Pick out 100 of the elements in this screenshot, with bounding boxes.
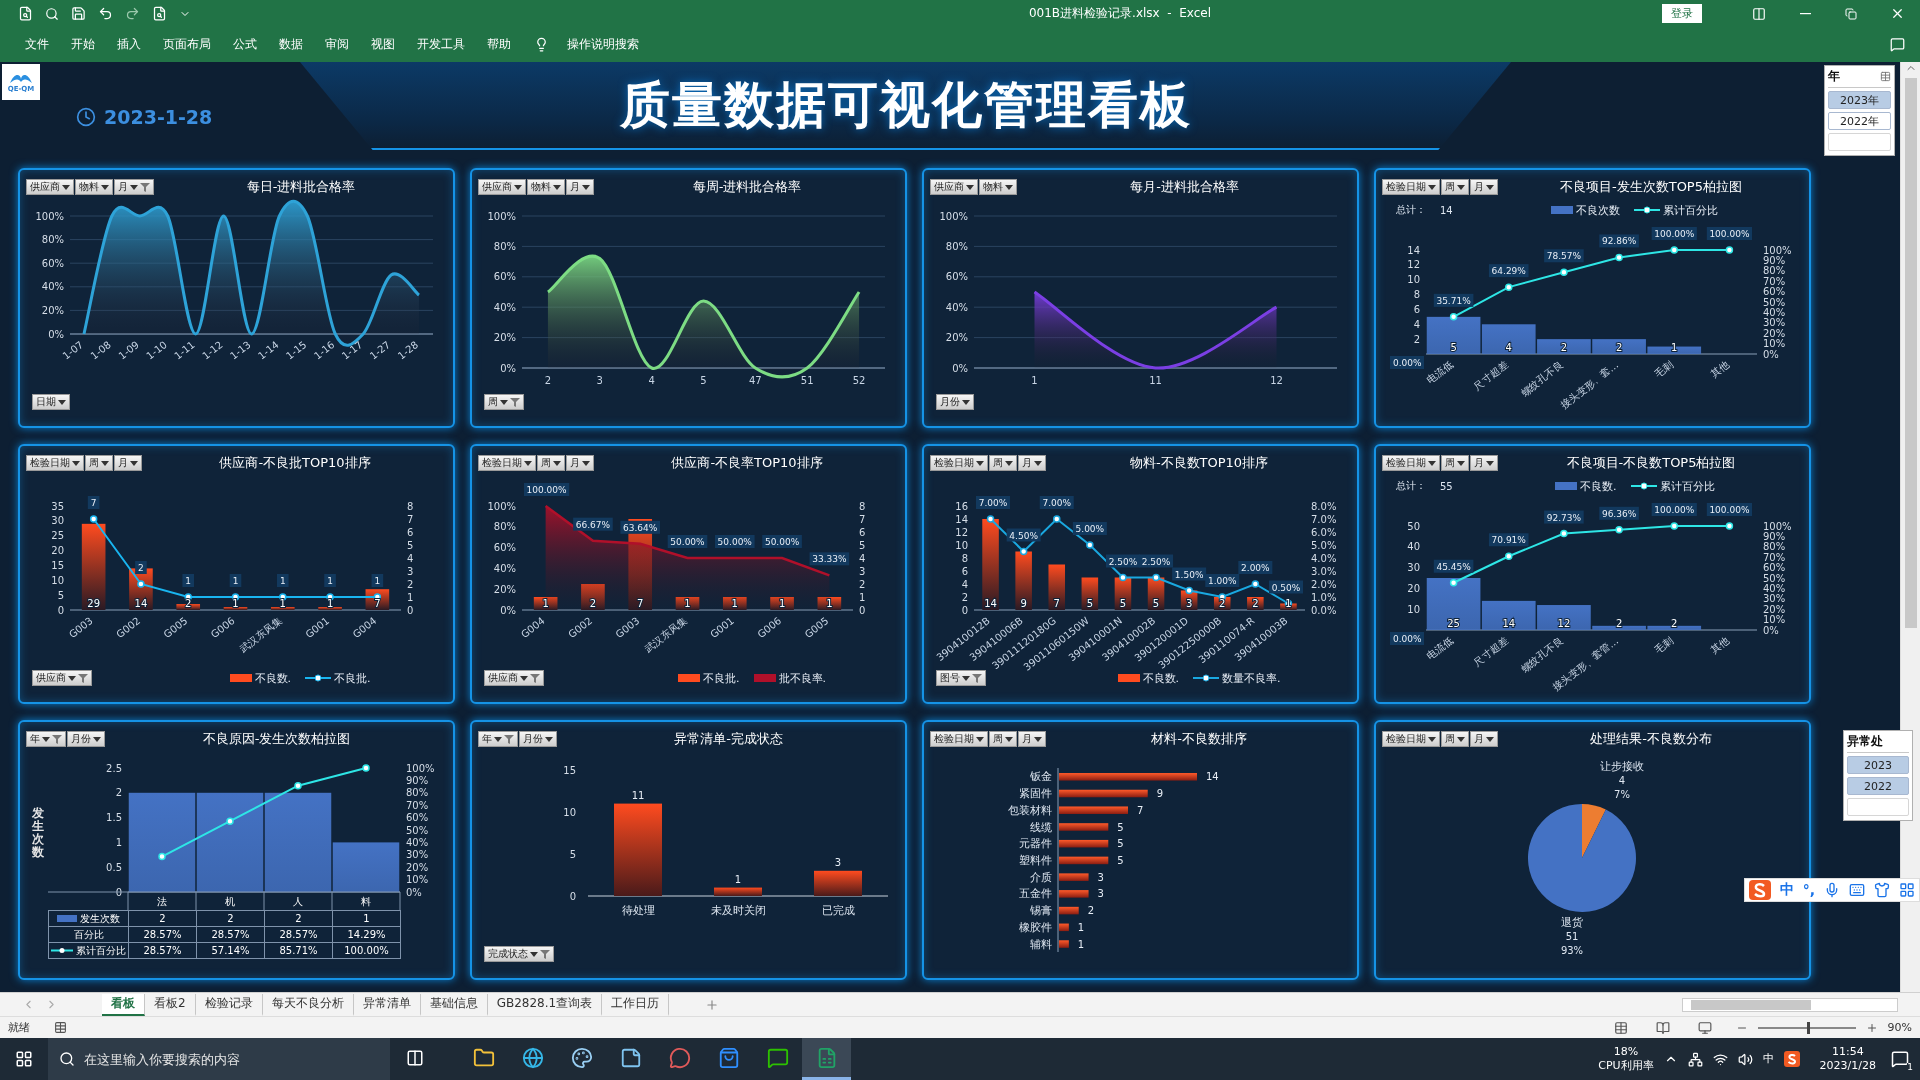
table-cell: 85.71% [264, 942, 333, 959]
data-label: 0.00% [1390, 632, 1424, 645]
total-value: 14 [1440, 204, 1453, 216]
table-cell: 28.57% [264, 926, 333, 943]
bar-value-label: 9 [1156, 788, 1164, 800]
axis-tick-label: 7 [859, 513, 866, 525]
data-label: 5.00% [1072, 522, 1107, 535]
bar-value-label: 3 [1097, 871, 1104, 883]
axis-tick-label: 70% [1763, 275, 1786, 287]
axis-tick-label: 40% [1763, 306, 1786, 318]
category-label: 毛刺 [1652, 634, 1676, 656]
slice-percent: 7% [1614, 789, 1630, 800]
legend-label: 批不良率. [778, 670, 826, 686]
data-label: 45.45% [1433, 559, 1474, 573]
axis-tick-label: 10 [1407, 274, 1420, 286]
category-label: 1-11 [172, 338, 197, 362]
axis-tick-label: 0% [500, 362, 516, 374]
axis-tick-label: 90% [1763, 254, 1786, 266]
axis-tick-label: 3 [859, 565, 866, 577]
axis-tick-label: 0.0% [1311, 604, 1337, 616]
slicer-title: 年 [1828, 68, 1840, 85]
data-label: 2.50% [1139, 554, 1174, 568]
category-label: 钣金 [1030, 770, 1052, 784]
axis-tick-label: 4 [407, 552, 414, 564]
category-label: 其他 [1708, 358, 1731, 380]
axis-tick-label: 12 [1407, 259, 1420, 271]
axis-tick-label: 50% [1763, 572, 1786, 584]
bar-value-label: 2 [1560, 342, 1568, 353]
category-label: 12 [1270, 375, 1283, 386]
data-label: 1 [229, 574, 242, 587]
category-label: 5 [700, 375, 707, 386]
bar-value-label: 2 [1252, 598, 1259, 609]
axis-tick-label: 1.5 [106, 812, 122, 824]
data-label: 100.00% [1651, 227, 1697, 240]
axis-title: 发生次数 [32, 806, 44, 860]
axis-tick-label: 100% [1763, 244, 1792, 256]
data-label: 0.50% [1269, 580, 1303, 594]
data-label: 96.36% [1599, 506, 1639, 520]
data-label: 100.00% [1706, 227, 1752, 240]
bar-value-label: 1 [542, 598, 549, 609]
axis-tick-label: 5 [859, 539, 866, 551]
chart-title: 供应商-不良率TOP10排序 [670, 454, 824, 472]
table-cell: 1 [332, 910, 401, 927]
bar-value-label: 7 [637, 598, 644, 609]
axis-tick-label: 15 [563, 765, 576, 776]
axis-tick-label: 90% [1763, 530, 1786, 542]
data-label: 4.50% [1006, 528, 1041, 542]
axis-tick-label: 40% [945, 301, 968, 313]
legend-label: 累计百分比 [1659, 478, 1715, 494]
table-cell: 2 [128, 910, 197, 927]
axis-tick-label: 0 [961, 604, 968, 616]
data-label: 64.29% [1488, 264, 1529, 278]
axis-tick-label: 8 [859, 500, 866, 512]
axis-tick-label: 70% [406, 799, 429, 811]
axis-tick-label: 80% [945, 240, 968, 252]
axis-tick-label: 60% [945, 271, 968, 283]
axis-tick-label: 100% [487, 210, 516, 222]
axis-tick-label: 20% [945, 332, 968, 344]
axis-tick-label: 30% [406, 849, 429, 861]
chart-title: 不良原因-发生次数柏拉图 [201, 730, 352, 748]
axis-tick-label: 100% [939, 210, 968, 222]
slice-label: 让步接收 [1600, 760, 1644, 773]
axis-tick-label: 1 [115, 836, 122, 848]
axis-tick-label: 4 [961, 578, 968, 590]
category-label: 辅料 [1030, 937, 1052, 951]
axis-tick-label: 10 [563, 807, 576, 818]
axis-tick-label: 80% [493, 521, 516, 533]
axis-tick-label: 50% [406, 824, 429, 836]
axis-tick-label: 40% [493, 301, 516, 313]
row-label: 累计百分比 [76, 943, 126, 958]
data-label: 50.00% [762, 535, 802, 548]
data-label: 35.71% [1433, 293, 1474, 307]
bar-value-label: 1 [326, 598, 334, 609]
table-cell: 2 [264, 910, 333, 927]
bar-value-label: 9 [1020, 598, 1027, 609]
notification-count: 1 [1907, 1063, 1913, 1072]
axis-tick-label: 20% [1763, 603, 1786, 615]
chart-title: 处理结果-不良数分布 [1589, 730, 1713, 748]
category-label: 线缆 [1030, 820, 1052, 834]
category-label: 紧固件 [1019, 787, 1052, 801]
axis-tick-label: 8 [961, 552, 968, 564]
slice-percent: 93% [1560, 945, 1584, 956]
status-text: 就绪 [8, 1020, 30, 1035]
row-label: 百分比 [73, 927, 104, 942]
category-label: 锡膏 [1030, 904, 1052, 918]
category-label: 待处理 [621, 904, 655, 917]
axis-tick-label: 10 [1407, 603, 1420, 615]
bar-value-label: 1 [232, 598, 239, 609]
axis-tick-label: 10 [955, 539, 968, 551]
axis-tick-label: 2.0% [1311, 578, 1337, 590]
axis-tick-label: 60% [41, 257, 64, 269]
data-label: 1 [371, 574, 384, 587]
axis-tick-label: 12 [955, 526, 968, 538]
axis-tick-label: 4 [859, 552, 866, 564]
axis-tick-label: 20 [51, 545, 64, 557]
bar-value-label: 1 [734, 873, 742, 885]
axis-tick-label: 6 [859, 526, 866, 538]
chart-title: 异常清单-完成状态 [673, 730, 784, 748]
axis-tick-label: 2 [859, 578, 866, 590]
category-label: 52 [852, 375, 866, 386]
